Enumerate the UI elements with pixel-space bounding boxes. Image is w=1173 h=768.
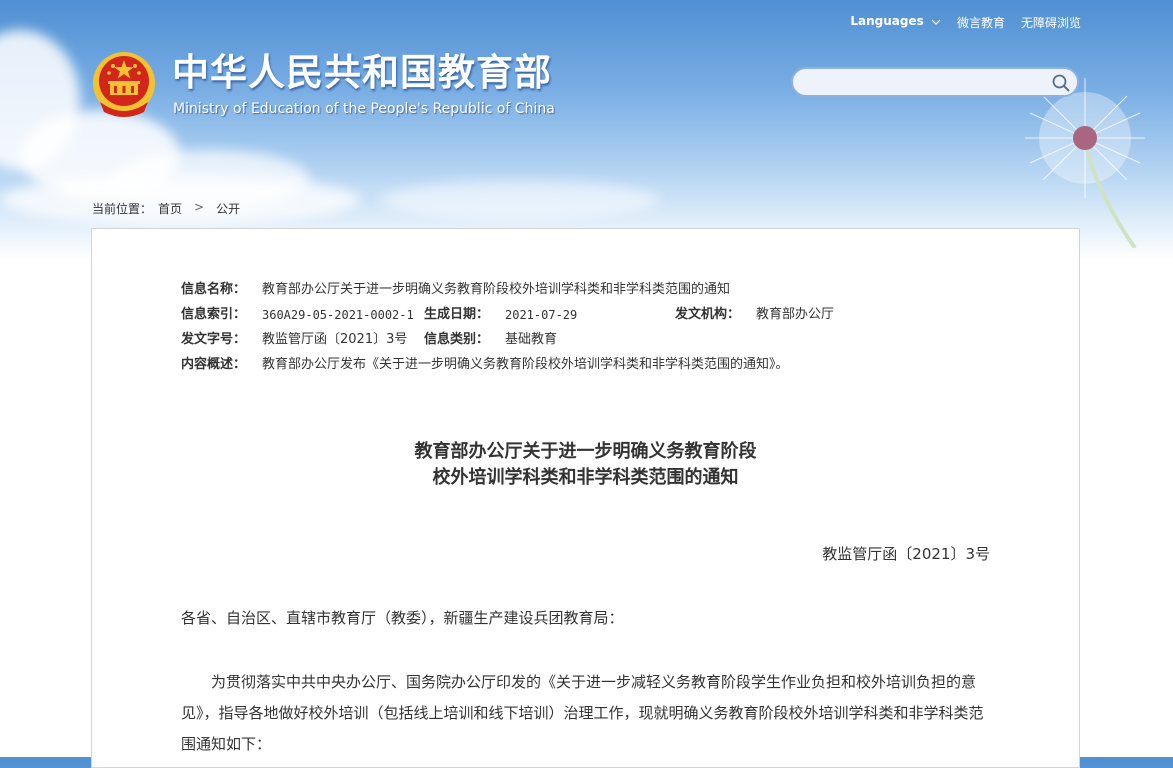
document-number: 教监管厅函〔2021〕3号 [822, 545, 990, 563]
meta-name-label: 信息名称： [181, 282, 247, 297]
document-title: 教育部办公厅关于进一步明确义务教育阶段 校外培训学科类和非学科类范围的通知 [92, 439, 1079, 491]
meta-docno-label: 发文字号： [181, 332, 247, 347]
site-subtitle: Ministry of Education of the People's Re… [173, 101, 555, 117]
meta-category-label: 信息类别： [424, 332, 490, 347]
meta-table: 信息名称： 教育部办公厅关于进一步明确义务教育阶段校外培训学科类和非学科类范围的… [181, 281, 1001, 381]
meta-date-label: 生成日期： [424, 307, 490, 322]
top-links: Languages 微言教育 无障碍浏览 [850, 14, 1081, 31]
meta-row: 发文字号： 教监管厅函〔2021〕3号 信息类别： 基础教育 [181, 331, 1001, 356]
meta-row: 内容概述： 教育部办公厅发布《关于进一步明确义务教育阶段校外培训学科类和非学科类… [181, 356, 1001, 381]
weibo-link[interactable]: 微言教育 [957, 14, 1005, 31]
accessibility-link[interactable]: 无障碍浏览 [1021, 14, 1081, 31]
meta-index-label: 信息索引： [181, 307, 247, 322]
meta-summary-value: 教育部办公厅发布《关于进一步明确义务教育阶段校外培训学科类和非学科类范围的通知》… [262, 357, 789, 372]
search-input[interactable] [793, 69, 1061, 95]
cloud-decoration [380, 180, 660, 220]
document-title-line1: 教育部办公厅关于进一步明确义务教育阶段 [414, 441, 757, 462]
meta-issuer-value: 教育部办公厅 [756, 307, 835, 322]
document-title-line2: 校外培训学科类和非学科类范围的通知 [432, 467, 739, 488]
search-box [791, 67, 1079, 97]
meta-row: 信息名称： 教育部办公厅关于进一步明确义务教育阶段校外培训学科类和非学科类范围的… [181, 281, 1001, 306]
content-box: 信息名称： 教育部办公厅关于进一步明确义务教育阶段校外培训学科类和非学科类范围的… [91, 228, 1080, 768]
meta-issuer-label: 发文机构： [675, 307, 741, 322]
languages-label: Languages [850, 14, 924, 28]
meta-docno-value: 教监管厅函〔2021〕3号 [262, 332, 408, 347]
site-title[interactable]: 中华人民共和国教育部 [172, 50, 552, 96]
chevron-down-icon [931, 19, 941, 25]
meta-row: 信息索引： 360A29-05-2021-0002-1 生成日期： 2021-0… [181, 306, 1001, 331]
national-emblem-icon [93, 52, 155, 117]
meta-name-value: 教育部办公厅关于进一步明确义务教育阶段校外培训学科类和非学科类范围的通知 [262, 282, 731, 297]
meta-index-value: 360A29-05-2021-0002-1 [262, 308, 414, 322]
meta-summary-label: 内容概述： [181, 357, 247, 372]
search-icon[interactable] [1051, 73, 1071, 93]
breadcrumb-home[interactable]: 首页 [158, 200, 182, 217]
document-body-paragraph: 为贯彻落实中共中央办公厅、国务院办公厅印发的《关于进一步减轻义务教育阶段学生作业… [181, 673, 984, 753]
breadcrumb-current[interactable]: 公开 [216, 200, 240, 217]
breadcrumb-separator: > [194, 200, 205, 214]
breadcrumb-prefix: 当前位置： [92, 202, 153, 216]
languages-link[interactable]: Languages [850, 14, 941, 31]
document-addressee: 各省、自治区、直辖市教育厅（教委），新疆生产建设兵团教育局： [181, 609, 624, 627]
meta-date-value: 2021-07-29 [505, 308, 578, 322]
breadcrumb: 当前位置： 首页 > 公开 [92, 200, 240, 217]
meta-category-value: 基础教育 [505, 332, 558, 347]
dandelion-icon [1025, 78, 1145, 248]
